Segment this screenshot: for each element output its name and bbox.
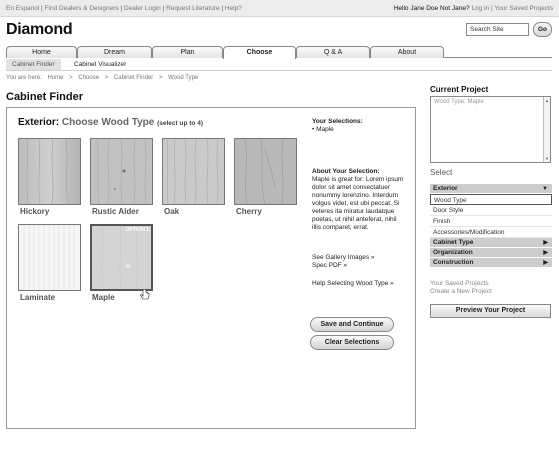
- sidebar-links: Your Saved Projects Create a New Project: [430, 280, 492, 296]
- greeting: Hello Jane Doe: [393, 5, 439, 12]
- breadcrumb-home[interactable]: Home: [47, 75, 63, 81]
- link-find-dealers[interactable]: Find Dealers & Designers: [45, 5, 119, 12]
- breadcrumb-cabinet-finder[interactable]: Cabinet Finder: [114, 75, 153, 81]
- menu-organization[interactable]: Organization ▶: [430, 248, 552, 258]
- menu-item-door-style[interactable]: Door Style: [430, 205, 552, 216]
- chevron-down-icon: ▼: [542, 186, 548, 192]
- main-tabs: Home Dream Plan Choose Q & A About: [6, 46, 552, 59]
- help-wood-type-link[interactable]: Help Selecting Wood Type »: [312, 280, 394, 288]
- logo[interactable]: Diamond: [6, 21, 73, 39]
- swatch-rustic-alder[interactable]: [90, 138, 153, 205]
- selection-item: • Maple: [312, 126, 334, 133]
- about-title: About Your Selection:: [312, 168, 380, 175]
- breadcrumb: You are here: Home > Choose > Cabinet Fi…: [6, 75, 202, 81]
- menu-item-finish[interactable]: Finish: [430, 216, 552, 227]
- heading-prefix: Exterior:: [18, 117, 60, 128]
- link-dealer-login[interactable]: Dealer Login: [124, 5, 161, 12]
- save-continue-button[interactable]: Save and Continue: [310, 317, 394, 332]
- link-help[interactable]: Help?: [225, 5, 242, 12]
- your-saved-projects-link[interactable]: Your Saved Projects: [430, 280, 492, 288]
- menu-item-wood-type[interactable]: Wood Type: [430, 194, 552, 205]
- wood-type-panel: Exterior: Choose Wood Type (select up to…: [6, 107, 416, 429]
- menu-construction[interactable]: Construction ▶: [430, 258, 552, 268]
- swatch-maple[interactable]: OPTION 1: [90, 224, 153, 300]
- swatch-label-rustic-alder: Rustic Alder: [92, 207, 139, 216]
- selections-title: Your Selections:: [312, 118, 363, 125]
- breadcrumb-sep: >: [158, 75, 163, 81]
- login-link[interactable]: Log in: [471, 5, 489, 12]
- not-user-text: Not Jane?: [439, 5, 470, 12]
- chevron-right-icon: ▶: [543, 240, 548, 246]
- swatch-hickory[interactable]: [18, 138, 81, 205]
- swatch-label-laminate: Laminate: [20, 293, 56, 302]
- scroll-down-icon[interactable]: ▼: [545, 156, 549, 161]
- about-text: Maple is great for: Lorem ipsum dolor si…: [312, 176, 404, 231]
- breadcrumb-choose[interactable]: Choose: [78, 75, 99, 81]
- subnav-cabinet-visualizer[interactable]: Cabinet Visualizer: [70, 59, 130, 70]
- tab-choose[interactable]: Choose: [223, 46, 296, 59]
- utility-bar: En Espanol | Find Dealers & Designers | …: [0, 0, 559, 17]
- subnav-cabinet-finder[interactable]: Cabinet Finder: [6, 59, 61, 70]
- about-block: About Your Selection: Maple is great for…: [312, 168, 407, 232]
- search-input[interactable]: Search Site: [466, 23, 529, 36]
- saved-projects-link[interactable]: Your Saved Projects: [494, 5, 553, 12]
- user-area: Hello Jane Doe Not Jane? Log in | Your S…: [393, 5, 553, 12]
- breadcrumb-label: You are here:: [6, 75, 42, 81]
- page-title: Cabinet Finder: [6, 91, 84, 103]
- hickory-texture-icon: [19, 138, 80, 205]
- swatch-label-cherry: Cherry: [236, 207, 262, 216]
- preview-project-button[interactable]: Preview Your Project: [430, 304, 551, 318]
- menu-cabinet-type[interactable]: Cabinet Type ▶: [430, 238, 552, 248]
- selections-block: Your Selections: • Maple: [312, 118, 363, 134]
- project-entry: Wood Type: Maple: [434, 99, 484, 105]
- menu-item-accessories[interactable]: Accessories/Modification: [430, 227, 552, 238]
- rustic-alder-texture-icon: [91, 138, 152, 205]
- tab-about[interactable]: About: [370, 46, 444, 58]
- oak-texture-icon: [163, 138, 224, 205]
- cherry-texture-icon: [235, 138, 296, 205]
- project-scrollbar[interactable]: ▲ ▼: [543, 97, 550, 162]
- menu-exterior[interactable]: Exterior ▼: [430, 184, 552, 194]
- hand-cursor-icon: [140, 289, 150, 300]
- tab-plan[interactable]: Plan: [152, 46, 223, 58]
- option-badge: OPTION 1: [125, 227, 149, 233]
- current-project-title: Current Project: [430, 85, 489, 94]
- swatch-label-oak: Oak: [164, 207, 180, 216]
- current-project-box[interactable]: Wood Type: Maple ▲ ▼: [430, 96, 551, 163]
- swatch-laminate[interactable]: [18, 224, 81, 291]
- link-request-literature[interactable]: Request Literature: [166, 5, 219, 12]
- gallery-link[interactable]: See Gallery Images »: [312, 254, 375, 262]
- sub-nav: Cabinet Finder Cabinet Visualizer: [6, 59, 552, 71]
- swatch-label-hickory: Hickory: [20, 207, 50, 216]
- select-menu: Exterior ▼ Wood Type Door Style Finish A…: [430, 184, 552, 268]
- create-project-link[interactable]: Create a New Project: [430, 288, 492, 296]
- swatch-cherry[interactable]: [234, 138, 297, 205]
- spec-pdf-link[interactable]: Spec PDF »: [312, 262, 347, 270]
- laminate-texture-icon: [19, 225, 80, 290]
- swatch-label-maple: Maple: [92, 293, 115, 302]
- swatch-oak[interactable]: [162, 138, 225, 205]
- heading-main: Choose Wood Type: [61, 117, 155, 128]
- select-title: Select: [430, 168, 453, 177]
- breadcrumb-sep: >: [69, 75, 73, 81]
- tab-home[interactable]: Home: [6, 46, 77, 58]
- tab-dream[interactable]: Dream: [77, 46, 152, 58]
- heading-note: (select up to 4): [157, 120, 203, 127]
- clear-selections-button[interactable]: Clear Selections: [310, 335, 394, 350]
- maple-texture-icon: [92, 225, 151, 290]
- utility-links: En Espanol | Find Dealers & Designers | …: [6, 5, 242, 12]
- scroll-up-icon[interactable]: ▲: [545, 98, 549, 103]
- section-heading: Exterior: Choose Wood Type (select up to…: [18, 117, 203, 128]
- link-espanol[interactable]: En Espanol: [6, 5, 39, 12]
- go-button[interactable]: Go: [533, 22, 552, 37]
- chevron-right-icon: ▶: [543, 250, 548, 256]
- chevron-right-icon: ▶: [543, 260, 548, 266]
- tab-qa[interactable]: Q & A: [296, 46, 370, 58]
- breadcrumb-wood-type: Wood Type: [168, 75, 199, 81]
- breadcrumb-sep: >: [104, 75, 109, 81]
